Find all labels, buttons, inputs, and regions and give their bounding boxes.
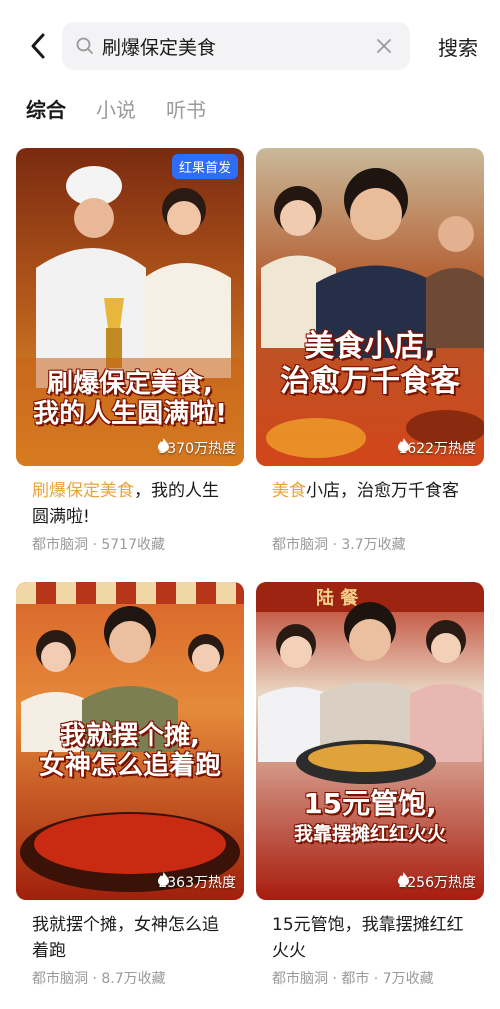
title-rest: 我就摆个摊，女神怎么追着跑 bbox=[32, 915, 219, 961]
flame-icon bbox=[398, 872, 410, 886]
poster-title-line: 我靠摆摊红红火火 bbox=[293, 823, 446, 846]
card-title: 15元管饱，我靠摆摊红红火火 bbox=[256, 912, 484, 964]
heat-label: 3370万热度 bbox=[158, 441, 236, 457]
search-input[interactable]: 刷爆保定美食 bbox=[62, 22, 410, 70]
flame-icon bbox=[398, 438, 410, 452]
title-rest: 小店，治愈万千食客 bbox=[306, 481, 459, 501]
result-tabs: 综合 小说 听书 bbox=[26, 94, 206, 123]
poster-title-line: 治愈万千食客 bbox=[280, 363, 460, 399]
heat-label: 1622万热度 bbox=[398, 441, 476, 457]
card-meta: 都市脑洞 · 3.7万收藏 bbox=[272, 537, 406, 553]
premiere-badge: 红果首发 bbox=[171, 154, 238, 179]
search-header: 刷爆保定美食 搜索 bbox=[0, 20, 500, 72]
heat-label: 2363万热度 bbox=[158, 875, 236, 891]
cover-image: 陆 餐 15元管饱, 我靠摆摊红红火火 2256万热度 bbox=[256, 582, 484, 900]
heat-count: 3370万热度 bbox=[158, 438, 236, 458]
title-highlight: 刷爆保定美食 bbox=[32, 481, 134, 501]
chevron-left-icon bbox=[31, 33, 45, 59]
poster-title-line: 女神怎么追着跑 bbox=[38, 750, 221, 781]
tab-audiobooks[interactable]: 听书 bbox=[166, 94, 206, 123]
poster-title: 我就摆个摊, 女神怎么追着跑 bbox=[16, 721, 244, 782]
title-rest: 15元管饱，我靠摆摊红红火火 bbox=[272, 915, 464, 961]
close-icon[interactable] bbox=[370, 32, 398, 60]
card-meta: 都市脑洞 · 都市 · 7万收藏 bbox=[272, 971, 434, 987]
search-icon bbox=[74, 35, 96, 57]
tab-novels[interactable]: 小说 bbox=[96, 94, 136, 123]
back-button[interactable] bbox=[22, 28, 54, 64]
heat-count: 2363万热度 bbox=[158, 872, 236, 892]
title-highlight: 美食 bbox=[272, 481, 306, 501]
poster-title: 美食小店, 治愈万千食客 bbox=[256, 329, 484, 399]
card-title: 刷爆保定美食，我的人生圆满啦! bbox=[16, 478, 244, 530]
flame-icon bbox=[158, 872, 170, 886]
flame-icon bbox=[158, 438, 170, 452]
poster-title: 刷爆保定美食, 我的人生圆满啦! bbox=[16, 369, 244, 430]
card-meta: 都市脑洞 · 5717收藏 bbox=[32, 537, 165, 553]
result-card[interactable]: 我就摆个摊, 女神怎么追着跑 2363万热度 我就摆个摊，女神怎么追着跑 都市脑… bbox=[16, 582, 244, 992]
result-card[interactable]: 陆 餐 15元管饱, 我靠摆摊红红火火 2256万热度 15元管饱，我靠摆摊红红… bbox=[256, 582, 484, 992]
cover-image: 美食小店, 治愈万千食客 1622万热度 bbox=[256, 148, 484, 466]
poster-sign-text: 陆 餐 bbox=[316, 587, 359, 609]
result-card[interactable]: 红果首发 刷爆保定美食, 我的人生圆满啦! 3370万热度 刷爆保定美食，我的人… bbox=[16, 148, 244, 558]
card-title: 美食小店，治愈万千食客 bbox=[256, 478, 484, 530]
cover-image: 我就摆个摊, 女神怎么追着跑 2363万热度 bbox=[16, 582, 244, 900]
poster-title-line: 刷爆保定美食, bbox=[47, 369, 213, 399]
poster-title-line: 15元管饱, bbox=[303, 787, 437, 820]
poster-title: 15元管饱, 我靠摆摊红红火火 bbox=[256, 787, 484, 846]
card-meta: 都市脑洞 · 8.7万收藏 bbox=[32, 971, 166, 987]
heat-label: 2256万热度 bbox=[398, 875, 476, 891]
poster-title-line: 我的人生圆满啦! bbox=[33, 398, 227, 429]
poster-title-line: 我就摆个摊, bbox=[60, 721, 200, 751]
result-card[interactable]: 美食小店, 治愈万千食客 1622万热度 美食小店，治愈万千食客 都市脑洞 · … bbox=[256, 148, 484, 558]
tab-comprehensive[interactable]: 综合 bbox=[26, 94, 66, 123]
cover-art: 陆 餐 bbox=[256, 582, 484, 900]
search-query: 刷爆保定美食 bbox=[102, 36, 217, 59]
card-title: 我就摆个摊，女神怎么追着跑 bbox=[16, 912, 244, 964]
cover-art bbox=[256, 148, 484, 466]
cover-image: 红果首发 刷爆保定美食, 我的人生圆满啦! 3370万热度 bbox=[16, 148, 244, 466]
heat-count: 2256万热度 bbox=[398, 872, 476, 892]
search-button[interactable]: 搜索 bbox=[438, 32, 478, 61]
heat-count: 1622万热度 bbox=[398, 438, 476, 458]
poster-title-line: 美食小店, bbox=[304, 329, 436, 364]
